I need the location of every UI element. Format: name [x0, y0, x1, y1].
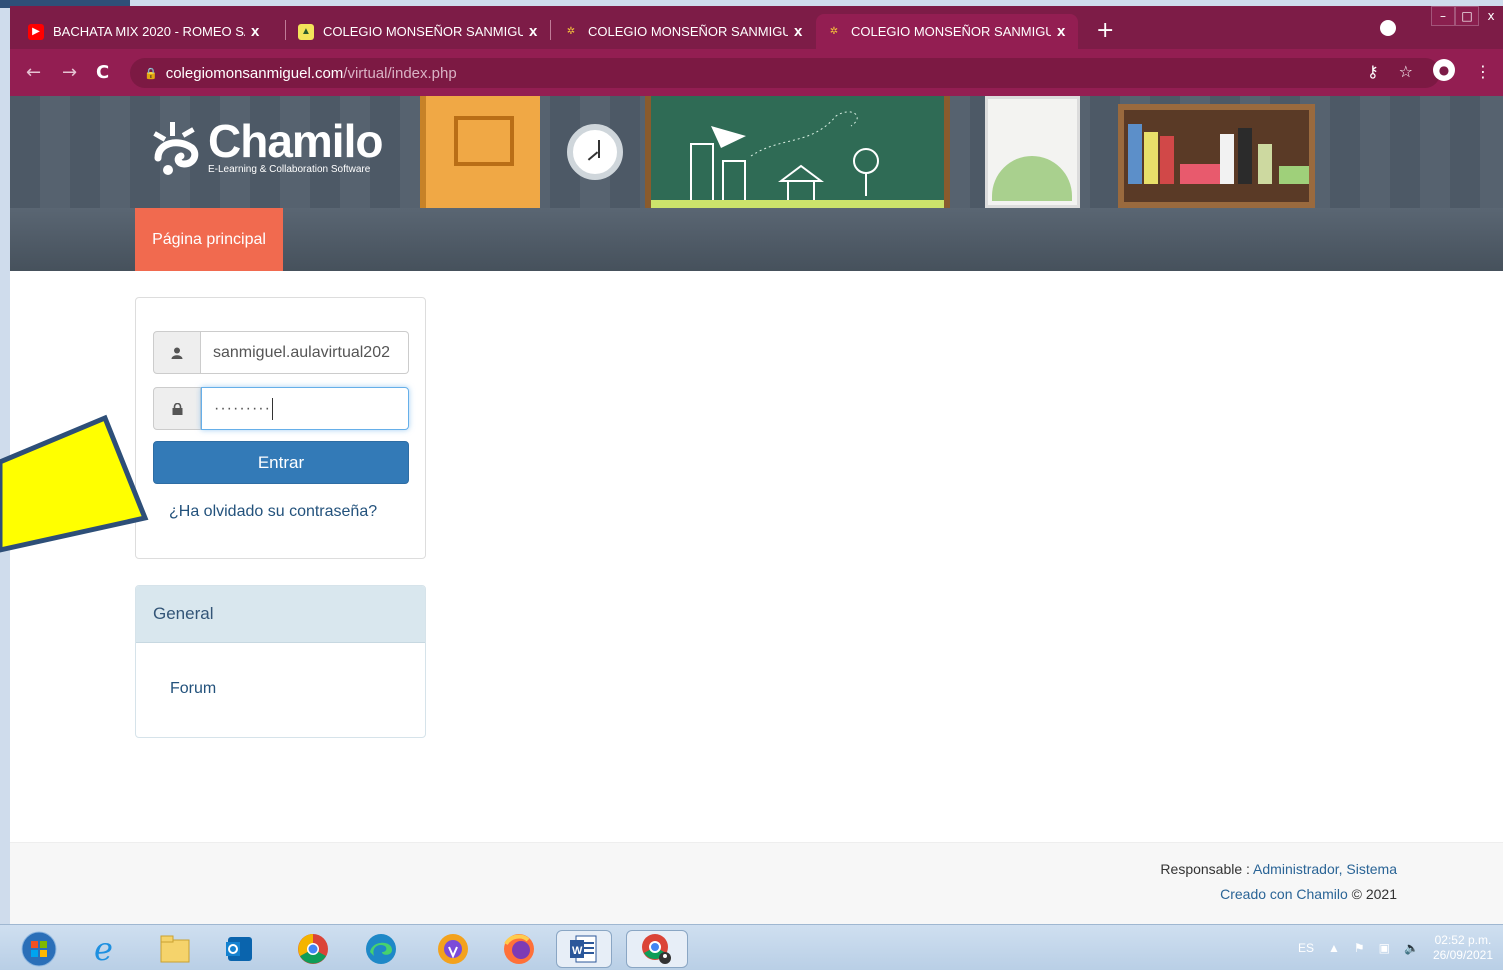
close-icon[interactable]: x	[251, 23, 259, 40]
word-icon[interactable]: W	[556, 930, 612, 968]
tab-colegio-1[interactable]: ▲ COLEGIO MONSEÑOR SANMIGU x	[288, 14, 547, 49]
general-panel-title[interactable]: General	[136, 586, 425, 643]
tab-colegio-2[interactable]: ✲ COLEGIO MONSEÑOR SANMIGU x	[553, 14, 812, 49]
user-icon	[153, 331, 201, 374]
banner-poster-illustration	[985, 96, 1080, 208]
taskbar-clock[interactable]: 02:52 p.m. 26/09/2021	[1433, 933, 1493, 963]
chamilo-icon: ✲	[566, 26, 576, 37]
tab-title: BACHATA MIX 2020 - ROMEO SA	[53, 24, 245, 39]
menu-dots-icon[interactable]: ⋮	[1475, 62, 1491, 81]
chrome-icon[interactable]	[294, 930, 332, 968]
school-logo-icon: ▲	[298, 23, 314, 40]
footer-responsable: Responsable : Administrador, Sistema	[1160, 861, 1397, 877]
windows-start-icon[interactable]	[20, 930, 58, 968]
login-form-panel: sanmiguel.aulavirtual202 ········· Entra…	[135, 297, 426, 559]
browser-window: ▶ BACHATA MIX 2020 - ROMEO SA x ▲ COLEGI…	[10, 6, 1503, 924]
firefox-icon[interactable]	[500, 930, 538, 968]
url-field[interactable]: 🔒 colegiomonsanmiguel.com/virtual/index.…	[130, 58, 1440, 88]
banner-door-illustration	[420, 96, 540, 208]
outlook-icon[interactable]	[220, 930, 258, 968]
forward-icon[interactable]: →	[62, 62, 77, 83]
omnibox-actions: ⚷ ☆ ● ⋮	[1367, 59, 1491, 81]
file-explorer-icon[interactable]	[156, 930, 194, 968]
nav-home-tab[interactable]: Página principal	[135, 208, 283, 271]
page-footer: Responsable : Administrador, Sistema Cre…	[10, 842, 1503, 924]
tab-separator	[550, 20, 551, 40]
system-tray: ES ▲ ⚑ ▣ 🔈 02:52 p.m. 26/09/2021	[1298, 925, 1493, 970]
brave-vpn-icon[interactable]	[434, 930, 472, 968]
tab-search-icon[interactable]	[1380, 20, 1396, 36]
tab-colegio-3-active[interactable]: ✲ COLEGIO MONSEÑOR SANMIGU x	[816, 14, 1078, 49]
url-path: /virtual/index.php	[343, 64, 457, 82]
tab-title: COLEGIO MONSEÑOR SANMIGU	[851, 24, 1051, 39]
tab-separator	[285, 20, 286, 40]
responsable-label: Responsable :	[1160, 861, 1254, 877]
lock-icon: 🔒	[144, 67, 158, 80]
password-mask: ·········	[214, 399, 271, 417]
tab-youtube[interactable]: ▶ BACHATA MIX 2020 - ROMEO SA x	[18, 14, 269, 49]
reload-icon[interactable]: C	[96, 62, 109, 83]
key-icon[interactable]: ⚷	[1367, 62, 1379, 81]
forgot-password-link[interactable]: ¿Ha olvidado su contraseña?	[169, 503, 377, 521]
close-icon[interactable]: x	[794, 23, 802, 40]
clock-date: 26/09/2021	[1432, 948, 1493, 962]
profile-avatar-icon[interactable]: ●	[1433, 59, 1455, 81]
tab-title: COLEGIO MONSEÑOR SANMIGU	[323, 24, 523, 39]
header-banner: Chamilo E-Learning & Collaboration Softw…	[10, 96, 1503, 208]
username-field[interactable]: sanmiguel.aulavirtual202	[201, 331, 409, 374]
general-panel: General Forum	[135, 585, 426, 738]
chrome-profile-icon[interactable]	[626, 930, 688, 968]
chamilo-icon: ✲	[829, 26, 839, 37]
password-group: ·········	[153, 387, 409, 430]
youtube-icon: ▶	[28, 23, 44, 40]
chamilo-link[interactable]: Chamilo	[1296, 886, 1347, 902]
back-icon[interactable]: ←	[26, 62, 41, 83]
svg-text:e: e	[94, 932, 113, 966]
url-host: colegiomonsanmiguel.com	[165, 64, 344, 82]
yellow-arrow-annotation	[0, 414, 149, 553]
forum-link[interactable]: Forum	[170, 680, 216, 698]
tab-bar: ▶ BACHATA MIX 2020 - ROMEO SA x ▲ COLEGI…	[10, 6, 1503, 49]
window-controls: – □ x	[1431, 6, 1503, 28]
login-submit-button[interactable]: Entrar	[153, 441, 409, 484]
close-window-button[interactable]: x	[1479, 6, 1503, 26]
lock-icon	[153, 387, 201, 430]
maximize-button[interactable]: □	[1455, 6, 1479, 26]
new-tab-button[interactable]: +	[1096, 18, 1114, 43]
language-indicator[interactable]: ES	[1298, 941, 1314, 955]
windows-taskbar: e W ES ▲ ⚑ ▣ 🔈 02:52 p.m. 26/09/2021	[0, 924, 1503, 970]
network-icon[interactable]: ▣	[1379, 941, 1390, 955]
action-center-flag-icon[interactable]: ⚑	[1354, 941, 1365, 955]
banner-chalkboard-illustration	[645, 96, 950, 208]
chamilo-logo[interactable]: Chamilo E-Learning & Collaboration Softw…	[148, 115, 383, 178]
logo-tagline: E-Learning & Collaboration Software	[208, 164, 371, 175]
main-navbar: Página principal	[10, 208, 1503, 271]
star-icon[interactable]: ☆	[1399, 62, 1413, 81]
password-field[interactable]: ·········	[201, 387, 409, 430]
banner-bookshelf-illustration	[1118, 104, 1315, 208]
close-icon[interactable]: x	[1057, 23, 1065, 40]
show-hidden-icons-icon[interactable]: ▲	[1328, 941, 1340, 955]
volume-icon[interactable]: 🔈	[1404, 941, 1419, 955]
banner-clock-illustration	[567, 124, 623, 180]
chamilo-chameleon-icon	[148, 118, 202, 178]
edge-icon[interactable]	[362, 930, 400, 968]
svg-text:W: W	[572, 945, 583, 957]
minimize-button[interactable]: –	[1431, 6, 1455, 26]
close-icon[interactable]: x	[529, 23, 537, 40]
username-group: sanmiguel.aulavirtual202	[153, 331, 409, 374]
text-caret	[271, 397, 273, 420]
logo-name: Chamilo	[208, 115, 383, 167]
tab-title: COLEGIO MONSEÑOR SANMIGU	[588, 24, 788, 39]
clock-time: 02:52 p.m.	[1434, 933, 1492, 947]
responsable-link[interactable]: Administrador, Sistema	[1253, 861, 1397, 877]
created-prefix: Creado con	[1220, 886, 1297, 902]
logo-text: Chamilo E-Learning & Collaboration Softw…	[208, 115, 383, 175]
footer-credits: Creado con Chamilo © 2021	[1220, 886, 1397, 902]
internet-explorer-icon[interactable]: e	[88, 930, 126, 968]
created-suffix: © 2021	[1347, 886, 1397, 902]
address-bar: ← → C 🔒 colegiomonsanmiguel.com/virtual/…	[10, 49, 1503, 96]
